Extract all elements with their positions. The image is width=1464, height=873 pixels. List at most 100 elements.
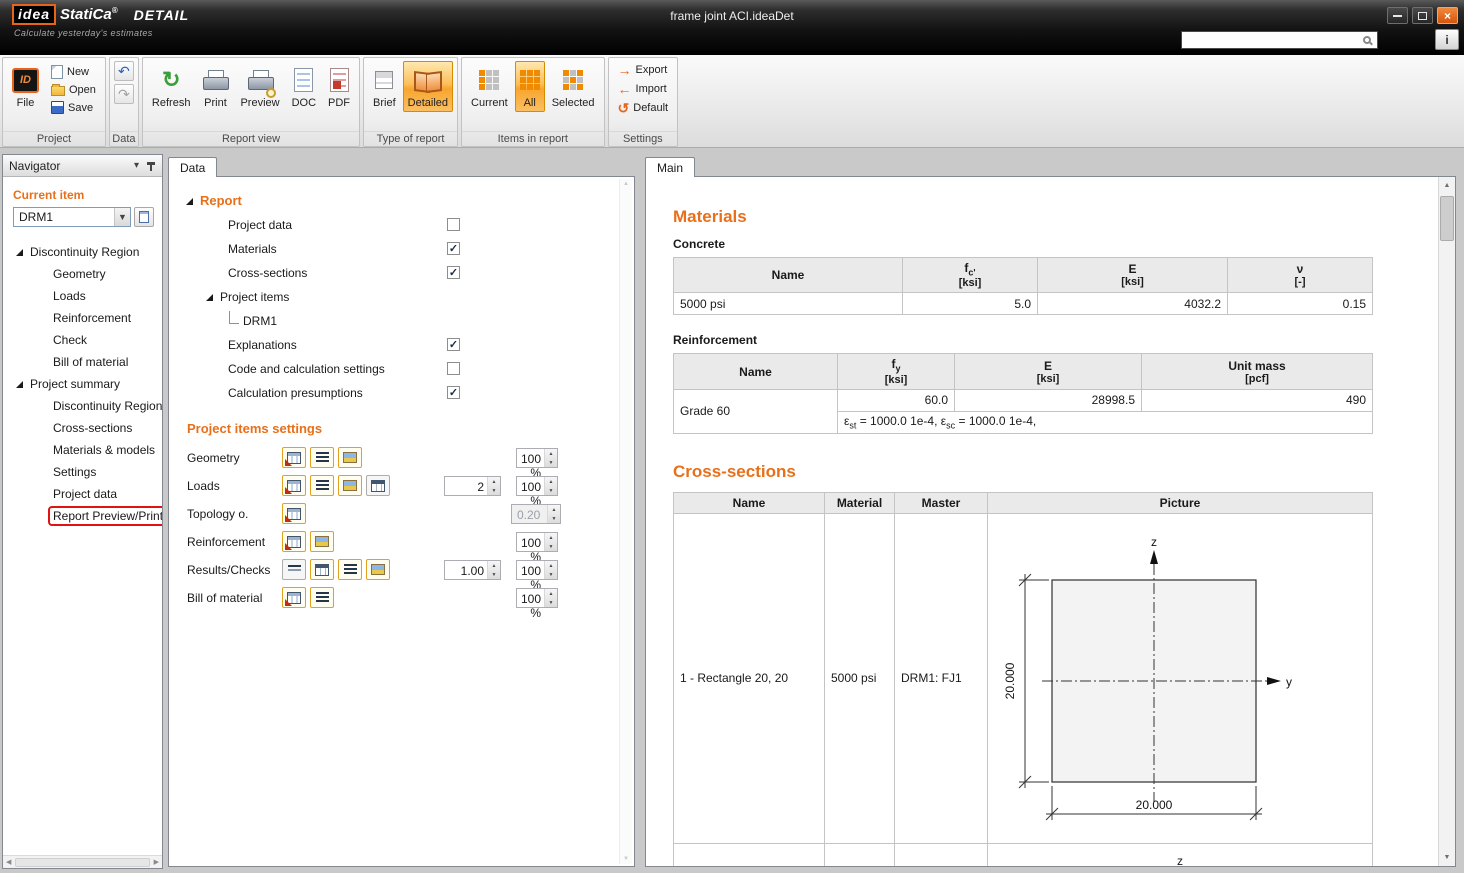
tree-item-loads[interactable]: Loads bbox=[3, 285, 162, 307]
spinner-arrows[interactable]: ▲▼ bbox=[487, 477, 500, 495]
current-items-button[interactable]: Current bbox=[466, 61, 513, 112]
bom-scale-spinner[interactable]: 100 % ▲▼ bbox=[516, 588, 558, 608]
tree-item-report-preview-print[interactable]: Report Preview/Print bbox=[3, 505, 162, 527]
brief-button[interactable]: Brief bbox=[368, 61, 401, 112]
preview-button[interactable]: Preview bbox=[235, 61, 284, 112]
expander-icon[interactable] bbox=[186, 198, 193, 205]
export-table-icon-button[interactable] bbox=[282, 531, 306, 552]
print-button[interactable]: Print bbox=[197, 61, 233, 112]
data-panel-scrollbar[interactable]: ▲▼ bbox=[619, 179, 632, 864]
scroll-down-icon[interactable]: ▼ bbox=[1439, 849, 1455, 866]
navigator-hscrollbar[interactable]: ◀ ▶ bbox=[3, 855, 162, 868]
loads-scale-spinner[interactable]: 100 % ▲▼ bbox=[516, 476, 558, 496]
scrollbar-thumb[interactable] bbox=[1440, 196, 1454, 241]
tree-item-settings[interactable]: Settings bbox=[3, 461, 162, 483]
expander-icon[interactable] bbox=[206, 294, 213, 301]
doc-export-button[interactable]: DOC bbox=[287, 61, 321, 112]
list-icon-button[interactable] bbox=[310, 447, 334, 468]
open-button[interactable]: Open bbox=[46, 81, 101, 98]
report-item-drm1[interactable]: DRM1 bbox=[169, 309, 634, 333]
default-settings-button[interactable]: ↺Default bbox=[613, 99, 674, 116]
tree-section-discontinuity-region[interactable]: Discontinuity Region bbox=[3, 241, 162, 263]
export-table-icon-button[interactable] bbox=[282, 447, 306, 468]
import-settings-button[interactable]: ←Import bbox=[613, 80, 672, 97]
scroll-up-icon[interactable]: ▲ bbox=[623, 181, 629, 187]
list-icon-button[interactable] bbox=[338, 559, 362, 580]
project-data-checkbox[interactable] bbox=[447, 218, 460, 231]
info-button[interactable]: i bbox=[1435, 29, 1459, 50]
redo-button[interactable]: ↷ bbox=[114, 84, 134, 104]
close-button[interactable]: × bbox=[1437, 7, 1458, 24]
detailed-table-icon-button[interactable] bbox=[366, 475, 390, 496]
spinner-arrows[interactable]: ▲▼ bbox=[544, 533, 557, 551]
reinforcement-scale-spinner[interactable]: 100 % ▲▼ bbox=[516, 532, 558, 552]
scroll-left-icon[interactable]: ◀ bbox=[3, 858, 14, 866]
expander-icon[interactable] bbox=[16, 381, 23, 388]
red-highlight-annotation[interactable]: Report Preview/Print bbox=[48, 506, 162, 526]
image-icon-button[interactable] bbox=[310, 531, 334, 552]
chevron-down-icon[interactable]: ▾ bbox=[134, 160, 139, 171]
main-panel-scrollbar[interactable]: ▲ ▼ bbox=[1438, 177, 1455, 866]
tree-item-check[interactable]: Check bbox=[3, 329, 162, 351]
geometry-scale-spinner[interactable]: 100 % ▲▼ bbox=[516, 448, 558, 468]
cross-sections-checkbox[interactable]: ✓ bbox=[447, 266, 460, 279]
export-table-icon-button[interactable] bbox=[282, 503, 306, 524]
list-icon-button[interactable] bbox=[310, 475, 334, 496]
calc-presumptions-checkbox[interactable]: ✓ bbox=[447, 386, 460, 399]
file-button[interactable]: File bbox=[7, 61, 44, 112]
save-button[interactable]: Save bbox=[46, 99, 101, 116]
tree-item-bill-of-material[interactable]: Bill of material bbox=[3, 351, 162, 373]
materials-checkbox[interactable]: ✓ bbox=[447, 242, 460, 255]
scroll-down-icon[interactable]: ▼ bbox=[623, 856, 629, 862]
selected-items-button[interactable]: Selected bbox=[547, 61, 600, 112]
search-icon[interactable] bbox=[1363, 36, 1371, 44]
export-table-icon-button[interactable] bbox=[282, 587, 306, 608]
detailed-button[interactable]: Detailed bbox=[403, 61, 453, 112]
combo-dropdown-icon[interactable]: ▼ bbox=[114, 208, 130, 226]
tree-item-geometry[interactable]: Geometry bbox=[3, 263, 162, 285]
minimize-button[interactable] bbox=[1387, 7, 1408, 24]
tree-item-materials-models[interactable]: Materials & models bbox=[3, 439, 162, 461]
copy-item-button[interactable] bbox=[134, 207, 154, 227]
image-icon-button[interactable] bbox=[338, 475, 362, 496]
report-item-project-items[interactable]: Project items bbox=[169, 285, 634, 309]
undo-button[interactable]: ↶ bbox=[114, 61, 134, 81]
search-box[interactable] bbox=[1181, 31, 1378, 49]
all-items-button[interactable]: All bbox=[515, 61, 545, 112]
results-scale-spinner[interactable]: 100 % ▲▼ bbox=[516, 560, 558, 580]
refresh-button[interactable]: ↻ Refresh bbox=[147, 61, 196, 112]
search-input[interactable] bbox=[1182, 33, 1363, 47]
spinner-arrows[interactable]: ▲▼ bbox=[544, 589, 557, 607]
tab-main[interactable]: Main bbox=[645, 157, 695, 177]
scroll-up-icon[interactable]: ▲ bbox=[1439, 177, 1455, 194]
loads-count-spinner[interactable]: 2 ▲▼ bbox=[444, 476, 501, 496]
pdf-export-button[interactable]: PDF bbox=[323, 61, 355, 112]
spinner-arrows[interactable]: ▲▼ bbox=[544, 561, 557, 579]
tree-section-project-summary[interactable]: Project summary bbox=[3, 373, 162, 395]
hscroll-track[interactable] bbox=[15, 858, 149, 867]
tree-item-discontinuity-region-summary[interactable]: Discontinuity Region bbox=[3, 395, 162, 417]
explanations-checkbox[interactable]: ✓ bbox=[447, 338, 460, 351]
compact-list-icon-button[interactable] bbox=[282, 559, 306, 580]
tab-data[interactable]: Data bbox=[168, 157, 217, 177]
detailed-table-icon-button[interactable] bbox=[310, 559, 334, 580]
tree-item-project-data[interactable]: Project data bbox=[3, 483, 162, 505]
spinner-arrows[interactable]: ▲▼ bbox=[487, 561, 500, 579]
tree-item-reinforcement[interactable]: Reinforcement bbox=[3, 307, 162, 329]
image-icon-button[interactable] bbox=[338, 447, 362, 468]
spinner-arrows[interactable]: ▲▼ bbox=[544, 449, 557, 467]
spinner-arrows[interactable]: ▲▼ bbox=[544, 477, 557, 495]
new-button[interactable]: New bbox=[46, 63, 101, 80]
current-item-select[interactable]: DRM1 ▼ bbox=[13, 207, 131, 227]
pin-icon[interactable] bbox=[146, 161, 156, 171]
export-table-icon-button[interactable] bbox=[282, 475, 306, 496]
report-tree-root[interactable]: Report bbox=[169, 189, 634, 213]
image-icon-button[interactable] bbox=[366, 559, 390, 580]
results-value-spinner[interactable]: 1.00 ▲▼ bbox=[444, 560, 501, 580]
scroll-right-icon[interactable]: ▶ bbox=[151, 858, 162, 866]
tree-item-cross-sections[interactable]: Cross-sections bbox=[3, 417, 162, 439]
maximize-button[interactable] bbox=[1412, 7, 1433, 24]
list-icon-button[interactable] bbox=[310, 587, 334, 608]
export-settings-button[interactable]: →Export bbox=[613, 61, 673, 78]
code-settings-checkbox[interactable] bbox=[447, 362, 460, 375]
